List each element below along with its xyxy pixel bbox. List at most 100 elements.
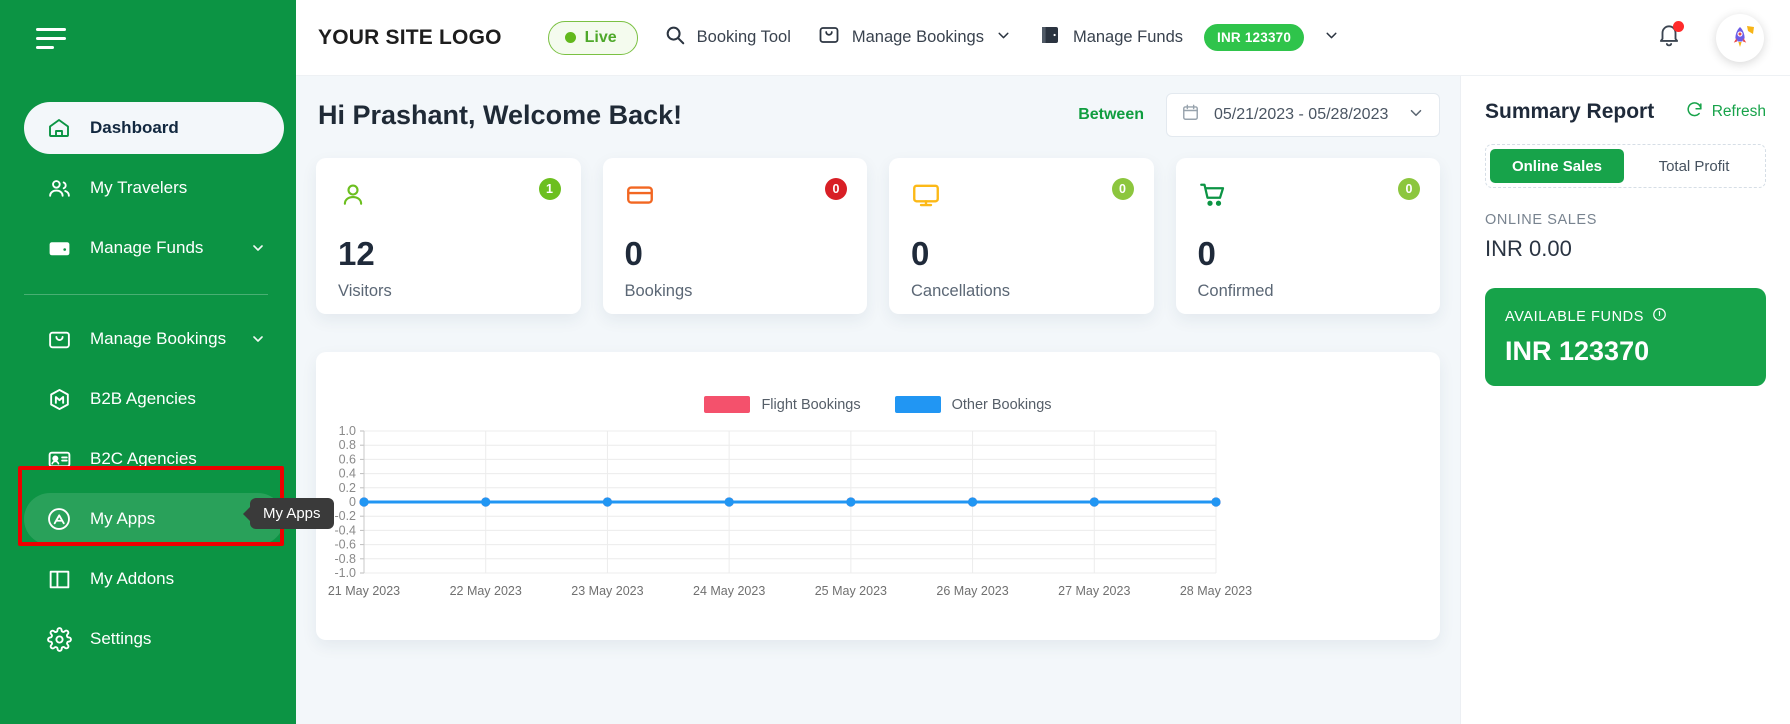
sidebar-item-b2b-agencies[interactable]: B2B Agencies <box>24 373 284 425</box>
status-badge: 0 <box>1398 178 1420 200</box>
bag-icon <box>46 326 72 352</box>
svg-text:-0.4: -0.4 <box>334 523 356 537</box>
bookings-chart-card: Flight Bookings Other Bookings 1.0 0.8 0.6… <box>316 352 1440 640</box>
sidebar-item-my-addons[interactable]: My Addons <box>24 553 284 605</box>
date-range-picker[interactable]: 05/21/2023 - 05/28/2023 <box>1166 93 1440 137</box>
info-icon[interactable] <box>1652 307 1667 326</box>
sidebar-divider <box>24 294 268 295</box>
svg-text:1.0: 1.0 <box>339 425 356 438</box>
hexagon-icon <box>46 386 72 412</box>
tooltip-my-apps: My Apps <box>250 498 334 529</box>
sidebar-item-dashboard[interactable]: Dashboard <box>24 102 284 154</box>
refresh-label: Refresh <box>1711 103 1766 120</box>
chevron-down-icon <box>1323 27 1340 49</box>
person-icon <box>338 184 368 214</box>
book-icon <box>1038 23 1062 52</box>
summary-header: Summary Report Refresh <box>1485 100 1766 124</box>
sidebar-item-label: B2C Agencies <box>90 449 197 468</box>
sidebar-item-label: Manage Bookings <box>90 329 227 348</box>
chevron-down-icon[interactable] <box>1407 104 1425 127</box>
funds-badge: INR 123370 <box>1204 24 1305 51</box>
hamburger-icon[interactable] <box>36 25 70 51</box>
stat-cards: 1 12 Visitors 0 0 Bookings 0 0 Cancellat… <box>316 154 1440 314</box>
calendar-icon <box>1181 103 1200 127</box>
id-card-icon <box>46 446 72 472</box>
summary-tabs: Online Sales Total Profit <box>1485 144 1766 188</box>
svg-text:0.2: 0.2 <box>339 481 356 495</box>
sidebar-item-settings[interactable]: Settings <box>24 613 284 665</box>
legend-item-other-bookings[interactable]: Other Bookings <box>894 396 1052 413</box>
online-sales-label: ONLINE SALES <box>1485 212 1597 228</box>
live-status-button[interactable]: Live <box>547 20 638 55</box>
available-funds-card: AVAILABLE FUNDS INR 123370 <box>1485 288 1766 386</box>
topbar: YOUR SITE LOGO Live Booking Tool Manage … <box>296 0 1790 76</box>
page-title: Hi Prashant, Welcome Back! <box>318 99 683 130</box>
sidebar-item-label: Dashboard <box>90 118 179 137</box>
legend-item-flight-bookings[interactable]: Flight Bookings <box>704 396 861 413</box>
sidebar-item-label: Settings <box>90 629 152 648</box>
card-icon <box>625 186 655 214</box>
svg-text:0.4: 0.4 <box>339 467 356 481</box>
notification-bell-icon[interactable] <box>1656 21 1684 53</box>
sidebar-item-label: My Addons <box>90 569 175 588</box>
stat-label: Cancellations <box>911 282 1011 300</box>
summary-panel: Summary Report Refresh Online Sales Tota… <box>1460 76 1790 724</box>
sidebar-item-my-travelers[interactable]: My Travelers <box>24 162 284 214</box>
status-badge: 0 <box>1111 178 1134 200</box>
chevron-down-icon <box>250 331 266 347</box>
svg-text:27 May 2023: 27 May 2023 <box>1058 584 1130 598</box>
tab-total-profit[interactable]: Total Profit <box>1627 149 1761 183</box>
main-area: YOUR SITE LOGO Live Booking Tool Manage … <box>296 0 1790 724</box>
svg-text:0.6: 0.6 <box>339 452 356 466</box>
svg-text:25 May 2023: 25 May 2023 <box>815 584 887 598</box>
stat-card-cancellations[interactable]: 0 0 Cancellations <box>889 158 1154 314</box>
sidebar-item-b2c-agencies[interactable]: B2C Agencies <box>24 433 284 485</box>
svg-text:26 May 2023: 26 May 2023 <box>936 584 1008 598</box>
search-icon <box>664 24 686 51</box>
sidebar-item-label: Manage Funds <box>90 238 204 257</box>
svg-text:-0.6: -0.6 <box>334 538 356 552</box>
stat-card-visitors[interactable]: 1 12 Visitors <box>316 158 581 314</box>
online-sales-value: INR 0.00 <box>1485 236 1572 261</box>
stat-label: Confirmed <box>1197 282 1274 300</box>
available-funds-value: INR 123370 <box>1505 336 1650 366</box>
manage-bookings-link[interactable]: Manage Bookings <box>817 23 1012 52</box>
legend-swatch <box>894 396 941 413</box>
site-logo[interactable]: YOUR SITE LOGO <box>318 26 502 50</box>
stat-value: 0 <box>1197 235 1216 272</box>
appstore-icon <box>46 506 72 532</box>
sidebar-item-manage-bookings[interactable]: Manage Bookings <box>24 313 284 365</box>
stat-card-bookings[interactable]: 0 0 Bookings <box>602 158 867 314</box>
notification-badge <box>1673 21 1684 32</box>
stat-value: 12 <box>338 235 375 272</box>
avatar[interactable] <box>1716 13 1764 62</box>
svg-text:-1.0: -1.0 <box>334 566 356 580</box>
svg-text:28 May 2023: 28 May 2023 <box>1180 584 1252 598</box>
wallet-icon <box>46 235 72 261</box>
tab-online-sales[interactable]: Online Sales <box>1490 149 1624 183</box>
cart-icon <box>1198 183 1228 214</box>
between-label: Between <box>1078 106 1144 123</box>
chevron-down-icon <box>995 27 1012 49</box>
manage-funds-label: Manage Funds <box>1072 28 1184 46</box>
refresh-button[interactable]: Refresh <box>1685 100 1766 124</box>
chart-svg: 1.00.80.60.40.20-0.2-0.4-0.6-0.8-1.0 21 M… <box>328 425 1252 598</box>
home-icon <box>46 115 72 141</box>
welcome-row: Hi Prashant, Welcome Back! Between 05/21… <box>316 76 1440 154</box>
live-label: Live <box>584 28 617 46</box>
stat-value: 0 <box>624 235 643 272</box>
line-chart-plot: 1.0 0.8 0.6 0.4 0.2 0 -0.2 -0.4 -0.6 -0.8 -1.0 21 M… <box>316 425 1440 603</box>
stat-card-confirmed[interactable]: 0 0 Confirmed <box>1175 158 1440 314</box>
svg-text:-0.8: -0.8 <box>334 552 356 566</box>
manage-funds-link[interactable]: Manage Funds INR 123370 <box>1038 23 1340 52</box>
sidebar-nav: Dashboard My Travelers Manage Funds Mana… <box>0 76 296 669</box>
columns-icon <box>46 566 72 592</box>
date-range-value: 05/21/2023 - 05/28/2023 <box>1214 106 1389 123</box>
booking-tool-link[interactable]: Booking Tool <box>664 24 791 51</box>
chevron-down-icon <box>250 240 266 256</box>
content: Hi Prashant, Welcome Back! Between 05/21… <box>296 76 1790 724</box>
svg-text:22 May 2023: 22 May 2023 <box>450 584 522 598</box>
sidebar-item-manage-funds[interactable]: Manage Funds <box>24 222 284 274</box>
stat-value: 0 <box>911 235 930 272</box>
status-badge: 1 <box>538 178 561 200</box>
